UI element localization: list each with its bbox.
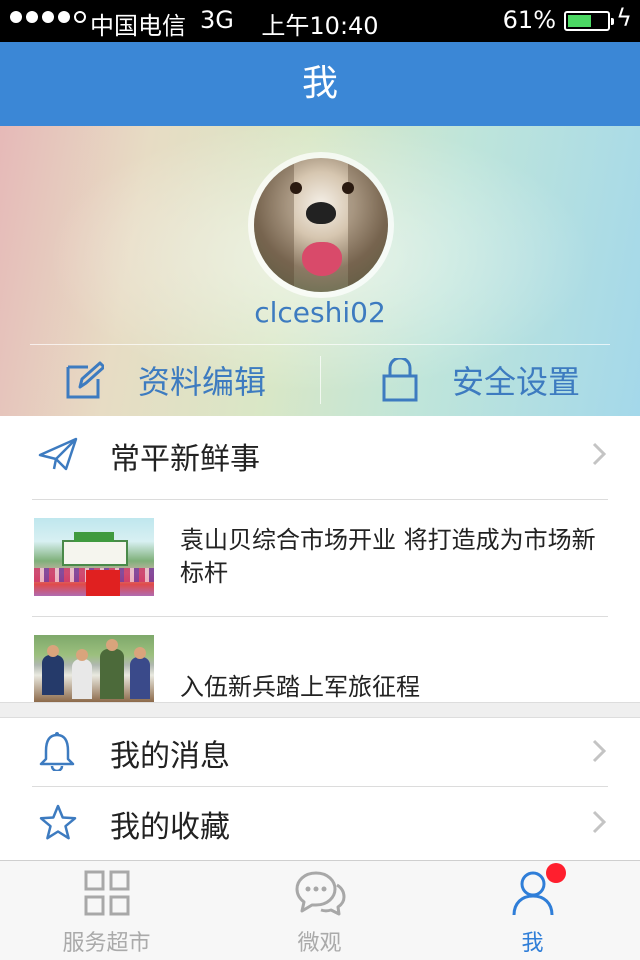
notification-badge: [546, 863, 566, 883]
news-title: 袁山贝综合市场开业 将打造成为市场新标杆: [180, 526, 596, 587]
news-item[interactable]: 入伍新兵踏上军旅征程: [0, 617, 640, 702]
tab-service-market[interactable]: 服务超市: [0, 861, 213, 960]
star-icon: [38, 803, 78, 845]
screen: 中国电信 3G 上午10:40 61% ϟ 我 clceshi02 资料编辑 安…: [0, 0, 640, 960]
profile-header: clceshi02 资料编辑 安全设置: [0, 126, 640, 416]
divider: [32, 786, 608, 787]
tab-label: 服务超市: [62, 931, 151, 956]
edit-profile-label: 资料编辑: [138, 363, 267, 401]
chevron-right-icon: [592, 810, 607, 838]
battery-icon: [564, 11, 614, 31]
security-settings-button[interactable]: 安全设置: [382, 344, 580, 416]
edit-profile-button[interactable]: 资料编辑: [66, 344, 266, 416]
avatar[interactable]: [248, 152, 394, 298]
username: clceshi02: [254, 296, 386, 329]
section-gap: [0, 702, 640, 718]
profile-actions: 资料编辑 安全设置: [0, 344, 640, 416]
news-header-row[interactable]: 常平新鲜事: [0, 416, 640, 496]
security-settings-label: 安全设置: [452, 363, 581, 401]
chevron-right-icon: [592, 442, 607, 470]
status-bar: 中国电信 3G 上午10:40 61% ϟ: [0, 0, 640, 42]
page-title: 我: [301, 63, 338, 104]
chat-icon: [294, 869, 346, 923]
edit-icon: [66, 361, 104, 399]
menu-item-favorites[interactable]: 我的收藏: [0, 788, 640, 860]
charging-icon: ϟ: [616, 4, 632, 32]
news-header-label: 常平新鲜事: [110, 442, 260, 477]
lock-icon: [382, 358, 418, 402]
battery-percent: 61%: [502, 6, 556, 34]
menu-item-label: 我的消息: [110, 739, 230, 774]
chevron-right-icon: [592, 739, 607, 767]
paper-plane-icon: [38, 437, 78, 475]
tab-me[interactable]: 我: [426, 861, 639, 960]
news-title: 入伍新兵踏上军旅征程: [180, 673, 420, 701]
grid-icon: [83, 869, 131, 921]
tab-micro-view[interactable]: 微观: [213, 861, 426, 960]
tab-label: 我: [521, 931, 544, 956]
tab-bar: 服务超市 微观 我: [0, 860, 640, 960]
news-thumbnail: [34, 635, 154, 702]
news-thumbnail: [34, 518, 154, 596]
avatar-image: [254, 158, 388, 292]
nav-bar: 我: [0, 42, 640, 126]
menu-item-label: 我的收藏: [110, 810, 230, 845]
news-item[interactable]: 袁山贝综合市场开业 将打造成为市场新标杆: [0, 500, 640, 616]
bell-icon: [38, 731, 76, 775]
tab-label: 微观: [297, 931, 342, 956]
menu-item-messages[interactable]: 我的消息: [0, 718, 640, 788]
news-section: 常平新鲜事 袁山贝综合市场开业 将打造成为市场新标杆 入伍新兵踏上军旅征程: [0, 416, 640, 702]
menu-section: 我的消息 我的收藏: [0, 718, 640, 860]
